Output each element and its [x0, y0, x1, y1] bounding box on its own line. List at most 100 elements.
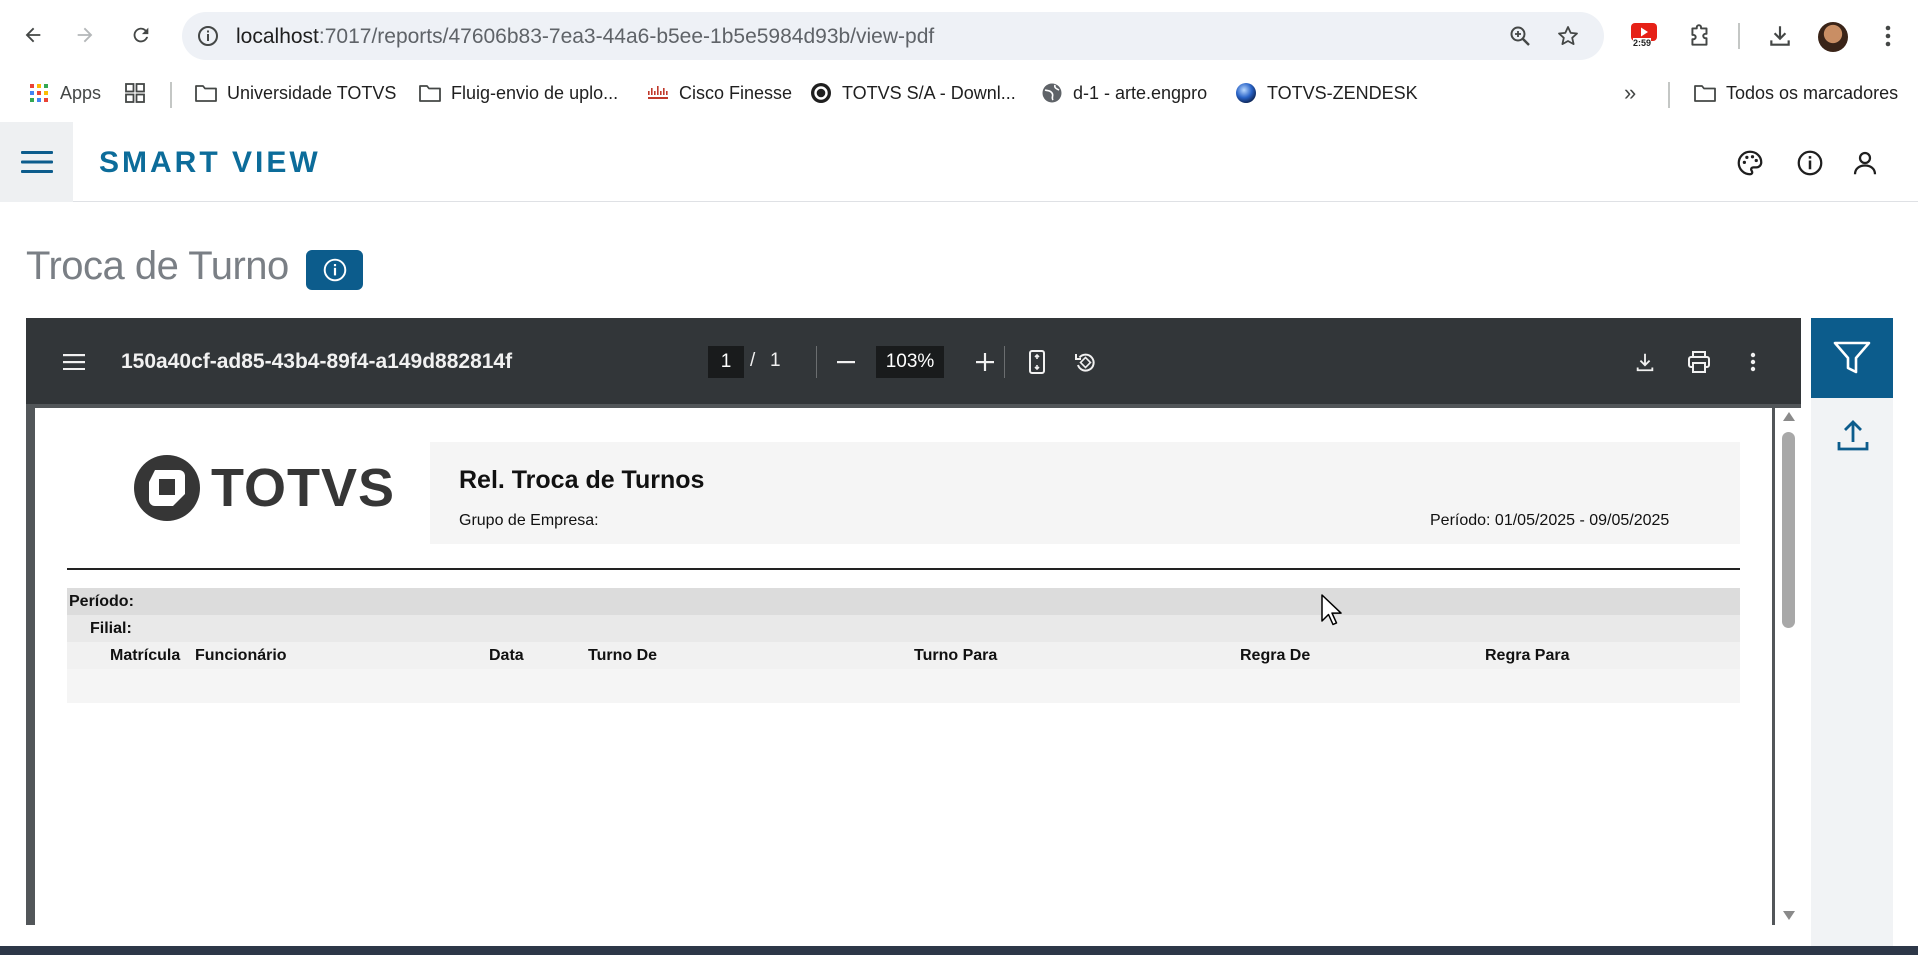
bookmark-tab-groups[interactable]: [124, 80, 146, 106]
mouse-cursor-icon: [1321, 594, 1343, 626]
branch-label: Filial:: [90, 620, 132, 637]
hamburger-icon: [20, 150, 53, 174]
column-header-turno-para: Turno Para: [914, 647, 998, 664]
arrow-right-icon: [74, 24, 96, 46]
youtube-extension[interactable]: 2:59: [1628, 20, 1660, 52]
download-icon: [1767, 23, 1793, 49]
app-brand: SMART VIEW: [99, 146, 321, 179]
zoom-out-icon[interactable]: [833, 349, 859, 375]
pdf-print-icon[interactable]: [1686, 349, 1712, 375]
bookmark-fluig[interactable]: Fluig-envio de uplo...: [419, 80, 618, 106]
zoom-in-icon[interactable]: [972, 349, 998, 375]
bookmark-label: Todos os marcadores: [1726, 82, 1899, 103]
bookmark-label: Fluig-envio de uplo...: [451, 82, 619, 103]
more-bookmarks-button[interactable]: »: [1624, 80, 1636, 106]
totvs-logo: TOTVS: [133, 454, 395, 522]
scroll-down-arrow-icon[interactable]: [1783, 911, 1795, 920]
side-panel: [1811, 398, 1893, 946]
bookmark-label: Apps: [60, 82, 102, 103]
scroll-up-arrow-icon[interactable]: [1783, 412, 1795, 421]
reload-button[interactable]: [124, 18, 158, 52]
page-title: Troca de Turno: [26, 244, 289, 288]
extension-badge: 2:59: [1633, 38, 1652, 48]
bookmark-totvs-downloads[interactable]: TOTVS S/A - Downl...: [810, 80, 1016, 106]
folder-icon: [195, 82, 217, 104]
main-menu-button[interactable]: [0, 122, 73, 202]
column-header-matricula: Matrícula: [110, 647, 181, 664]
forward-button[interactable]: [68, 18, 102, 52]
toolbar-divider: [816, 346, 817, 378]
url-text: localhost:7017/reports/47606b83-7ea3-44a…: [236, 25, 934, 49]
zoom-level-input[interactable]: 103%: [876, 346, 944, 378]
toolbar-divider: [1738, 23, 1740, 49]
report-title: Rel. Troca de Turnos: [459, 466, 705, 494]
table-header-row: Matrícula Funcionário Data Turno De Turn…: [67, 642, 1740, 669]
pdf-sidebar-toggle-icon[interactable]: [61, 349, 87, 375]
url-host: localhost: [236, 25, 319, 48]
page-total: 1: [770, 350, 781, 371]
palette-icon[interactable]: [1735, 148, 1765, 178]
report-info-button[interactable]: [306, 250, 363, 290]
column-header-regra-de: Regra De: [1240, 647, 1311, 664]
branch-row: Filial:: [67, 615, 1740, 642]
page-number-input[interactable]: 1: [708, 346, 744, 378]
scroll-thumb[interactable]: [1782, 432, 1795, 628]
address-bar[interactable]: localhost:7017/reports/47606b83-7ea3-44a…: [182, 12, 1604, 60]
folder-icon: [1694, 82, 1716, 104]
extensions-button[interactable]: [1684, 20, 1716, 52]
header-divider: [67, 568, 1740, 570]
column-header-data: Data: [489, 647, 524, 664]
bookmark-label: d-1 - arte.engpro: [1073, 82, 1208, 103]
upload-icon[interactable]: [1836, 418, 1870, 452]
bookmark-cisco-finesse[interactable]: Cisco Finesse: [647, 80, 792, 106]
all-bookmarks-folder[interactable]: Todos os marcadores: [1694, 80, 1898, 106]
pdf-file-name: 150a40cf-ad85-43b4-89f4-a149d882814f: [121, 350, 513, 373]
pdf-more-options-icon[interactable]: [1740, 349, 1766, 375]
bookmark-arte-engpro[interactable]: d-1 - arte.engpro: [1041, 80, 1207, 106]
bookmark-star-icon[interactable]: [1556, 24, 1580, 48]
table-row: [67, 669, 1740, 703]
double-chevron-icon: »: [1624, 80, 1637, 105]
bookmarks-divider: [170, 82, 172, 108]
info-circle-icon[interactable]: [1795, 148, 1825, 178]
bookmark-label: Universidade TOTVS: [227, 82, 397, 103]
bookmark-label: TOTVS S/A - Downl...: [842, 82, 1016, 103]
youtube-icon: 2:59: [1631, 23, 1657, 49]
filter-button[interactable]: [1811, 318, 1893, 398]
zoom-magnifier-icon[interactable]: [1508, 24, 1532, 48]
filter-icon: [1833, 340, 1871, 376]
taskbar-strip: [0, 946, 1918, 955]
column-header-regra-para: Regra Para: [1485, 647, 1570, 664]
pdf-scrollbar[interactable]: [1775, 408, 1801, 925]
profile-avatar[interactable]: [1818, 22, 1848, 52]
user-icon[interactable]: [1850, 148, 1880, 178]
tab-groups-icon: [124, 82, 146, 104]
bookmarks-bar: Apps Universidade TOTVS Fluig-envio de u…: [0, 74, 1918, 112]
browser-toolbar: localhost:7017/reports/47606b83-7ea3-44a…: [0, 0, 1918, 74]
bookmark-label: TOTVS-ZENDESK: [1267, 82, 1418, 103]
downloads-button[interactable]: [1764, 20, 1796, 52]
period-label: Período:: [69, 593, 134, 610]
bookmarks-divider: [1668, 82, 1670, 108]
pdf-page: TOTVS Rel. Troca de Turnos Grupo de Empr…: [35, 408, 1772, 925]
cisco-icon: [647, 82, 669, 104]
bookmark-apps[interactable]: Apps: [28, 80, 101, 106]
report-header: Rel. Troca de Turnos Grupo de Empresa: P…: [430, 442, 1740, 544]
pdf-viewer: 150a40cf-ad85-43b4-89f4-a149d882814f 1 /…: [26, 318, 1801, 925]
rotate-icon[interactable]: [1072, 349, 1098, 375]
fit-page-icon[interactable]: [1024, 349, 1050, 375]
pdf-download-icon[interactable]: [1632, 349, 1658, 375]
info-circle-icon: [322, 257, 348, 283]
back-button[interactable]: [16, 18, 50, 52]
bookmark-totvs-zendesk[interactable]: TOTVS-ZENDESK: [1235, 80, 1418, 106]
app-header: SMART VIEW: [0, 122, 1918, 202]
reload-icon: [130, 24, 152, 46]
pdf-toolbar: 150a40cf-ad85-43b4-89f4-a149d882814f 1 /…: [26, 318, 1801, 404]
bookmark-universidade-totvs[interactable]: Universidade TOTVS: [195, 80, 396, 106]
url-path: :7017/reports/47606b83-7ea3-44a6-b5ee-1b…: [318, 25, 935, 48]
apps-grid-icon: [28, 82, 50, 104]
browser-menu-button[interactable]: [1872, 20, 1904, 52]
zendesk-icon: [1235, 82, 1257, 104]
period-row: Período:: [67, 588, 1740, 615]
site-info-icon[interactable]: [196, 24, 220, 48]
